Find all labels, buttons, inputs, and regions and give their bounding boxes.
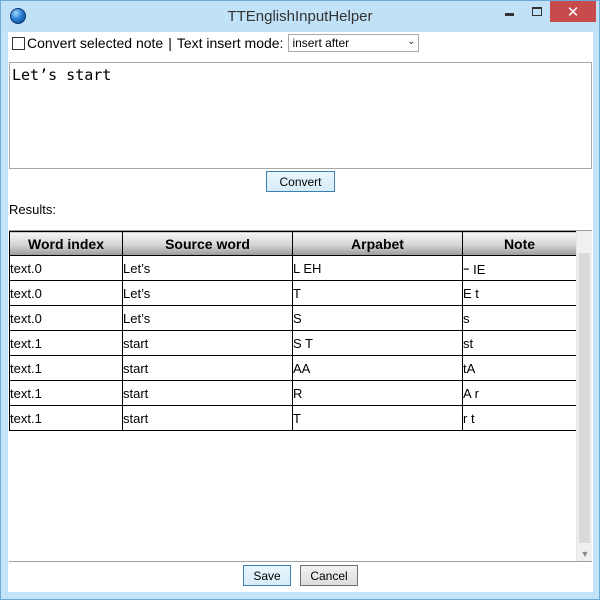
insert-mode-label: Text insert mode:	[176, 35, 284, 51]
cell-arpabet[interactable]: L EH	[292, 255, 463, 281]
cell-note[interactable]: tA	[462, 355, 577, 381]
cell-arpabet[interactable]: S T	[292, 330, 463, 356]
table-row[interactable]: text.0 Let’s T E t	[9, 280, 577, 306]
cell-word-index[interactable]: text.0	[9, 305, 123, 331]
convert-button[interactable]: Convert	[266, 171, 335, 192]
cell-word-index[interactable]: text.0	[9, 280, 123, 306]
options-row: Convert selected note | Text insert mode…	[8, 32, 593, 54]
column-header-arpabet[interactable]: Arpabet	[292, 231, 463, 256]
cell-arpabet[interactable]: T	[292, 405, 463, 431]
cell-arpabet[interactable]: R	[292, 380, 463, 406]
cell-word-index[interactable]: text.1	[9, 380, 123, 406]
cell-source-word[interactable]: Let’s	[122, 305, 293, 331]
scroll-down-arrow-icon[interactable]: ▼	[577, 549, 593, 559]
cell-source-word[interactable]: start	[122, 330, 293, 356]
close-button[interactable]: ✕	[550, 1, 596, 22]
cell-arpabet[interactable]: S	[292, 305, 463, 331]
results-grid: Word index Source word Arpabet Note text…	[9, 230, 592, 562]
cell-note[interactable]: st	[462, 330, 577, 356]
cancel-button[interactable]: Cancel	[300, 565, 358, 586]
table-row[interactable]: text.1 start AA tA	[9, 355, 577, 381]
client-area: Convert selected note | Text insert mode…	[8, 32, 593, 592]
cell-source-word[interactable]: start	[122, 405, 293, 431]
results-label: Results:	[9, 202, 56, 217]
maximize-icon	[531, 7, 542, 16]
cell-arpabet[interactable]: T	[292, 280, 463, 306]
cell-arpabet[interactable]: AA	[292, 355, 463, 381]
close-icon: ✕	[566, 3, 580, 21]
cell-word-index[interactable]: text.1	[9, 330, 123, 356]
cell-word-index[interactable]: text.0	[9, 255, 123, 281]
cell-source-word[interactable]: start	[122, 380, 293, 406]
table-row[interactable]: text.1 start R A r	[9, 380, 577, 406]
cell-word-index[interactable]: text.1	[9, 355, 123, 381]
table-header-row: Word index Source word Arpabet Note	[9, 231, 577, 256]
app-window: TTEnglishInputHelper ✕ Convert selected …	[0, 0, 600, 600]
options-separator: |	[168, 35, 172, 51]
table-row[interactable]: text.0 Let’s L EH ｰ IE	[9, 255, 577, 281]
column-header-note[interactable]: Note	[462, 231, 577, 256]
insert-mode-select[interactable]: insert after ⌄	[288, 34, 420, 52]
cell-note[interactable]: E t	[462, 280, 577, 306]
convert-selected-label[interactable]: Convert selected note	[27, 35, 163, 51]
title-bar[interactable]: TTEnglishInputHelper ✕	[1, 1, 599, 32]
cell-note[interactable]: r t	[462, 405, 577, 431]
column-header-word-index[interactable]: Word index	[9, 231, 123, 256]
table-row[interactable]: text.1 start S T st	[9, 330, 577, 356]
maximize-button[interactable]	[523, 1, 550, 22]
scrollbar-thumb[interactable]	[579, 253, 590, 543]
results-table: Word index Source word Arpabet Note text…	[9, 231, 577, 431]
convert-selected-checkbox[interactable]	[12, 36, 25, 50]
table-row[interactable]: text.0 Let’s S s	[9, 305, 577, 331]
source-text-input[interactable]: Let’s start	[9, 62, 592, 169]
save-button[interactable]: Save	[243, 565, 291, 586]
cell-source-word[interactable]: Let’s	[122, 255, 293, 281]
column-header-source-word[interactable]: Source word	[122, 231, 293, 256]
cell-note[interactable]: A r	[462, 380, 577, 406]
results-vertical-scrollbar[interactable]: ▼	[576, 231, 592, 561]
minimize-icon	[504, 13, 514, 16]
cell-source-word[interactable]: Let’s	[122, 280, 293, 306]
cell-word-index[interactable]: text.1	[9, 405, 123, 431]
cell-note[interactable]: s	[462, 305, 577, 331]
insert-mode-value: insert after	[292, 36, 350, 50]
chevron-down-icon: ⌄	[407, 36, 416, 47]
cell-source-word[interactable]: start	[122, 355, 293, 381]
cell-note[interactable]: ｰ IE	[462, 255, 577, 281]
table-row[interactable]: text.1 start T r t	[9, 405, 577, 431]
minimize-button[interactable]	[495, 1, 523, 22]
